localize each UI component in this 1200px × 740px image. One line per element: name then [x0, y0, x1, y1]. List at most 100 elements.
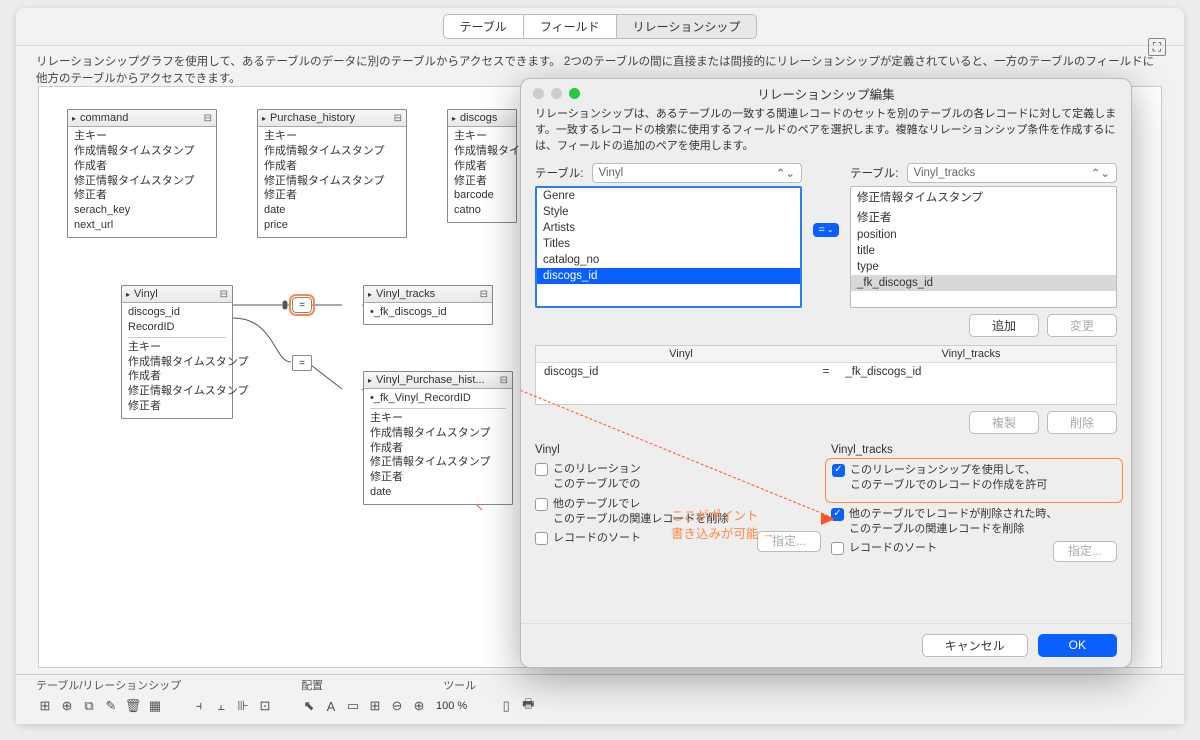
- field-item[interactable]: 修正情報タイムスタンプ: [128, 384, 226, 399]
- cancel-button[interactable]: キャンセル: [922, 634, 1028, 657]
- grip-icon[interactable]: ⊟: [500, 375, 508, 386]
- tab-relationships[interactable]: リレーションシップ: [617, 15, 757, 38]
- duplicate-button[interactable]: 複製: [969, 411, 1039, 434]
- list-item-selected[interactable]: _fk_discogs_id: [851, 275, 1116, 291]
- field-item[interactable]: discogs_id: [128, 305, 226, 320]
- right-field-list[interactable]: 修正情報タイムスタンプ 修正者 position title type _fk_…: [850, 186, 1117, 308]
- field-item[interactable]: barcode: [454, 188, 510, 203]
- checkbox[interactable]: [535, 498, 548, 511]
- list-item[interactable]: Titles: [537, 236, 800, 252]
- delete-icon[interactable]: 🗑: [124, 697, 142, 715]
- field-item[interactable]: date: [370, 485, 506, 500]
- resize-icon[interactable]: ⊪: [234, 697, 252, 715]
- checkbox[interactable]: [831, 542, 844, 555]
- checkbox[interactable]: [535, 532, 548, 545]
- list-item[interactable]: Genre: [537, 188, 800, 204]
- checkbox-checked[interactable]: ✓: [832, 464, 845, 477]
- list-item[interactable]: 修正情報タイムスタンプ: [851, 187, 1116, 207]
- list-item[interactable]: title: [851, 243, 1116, 259]
- field-item[interactable]: 作成者: [74, 159, 210, 174]
- note-icon[interactable]: ▭: [344, 697, 362, 715]
- duplicate-icon[interactable]: ⧉: [80, 697, 98, 715]
- field-item[interactable]: 修正情報タイムスタンプ: [264, 174, 400, 189]
- grip-icon[interactable]: ⊟: [394, 113, 402, 124]
- field-item[interactable]: 作成情報タイムスタンプ: [370, 426, 506, 441]
- list-item[interactable]: type: [851, 259, 1116, 275]
- relation-operator-top[interactable]: =: [292, 297, 312, 313]
- field-item[interactable]: next_url: [74, 218, 210, 233]
- right-table-select[interactable]: Vinyl_tracks⌃⌄: [907, 163, 1117, 183]
- field-item[interactable]: RecordID: [128, 320, 226, 335]
- add-relation-icon[interactable]: ⊕: [58, 697, 76, 715]
- field-item[interactable]: 作成情報タイムスタンプ: [74, 144, 210, 159]
- field-item[interactable]: 修正者: [264, 188, 400, 203]
- table-vinyl-tracks[interactable]: ▸Vinyl_tracks⊟ •_fk_discogs_id: [363, 285, 493, 325]
- list-item[interactable]: catalog_no: [537, 252, 800, 268]
- distribute-icon[interactable]: ⫠: [212, 697, 230, 715]
- grip-icon[interactable]: ⊟: [220, 289, 228, 300]
- ok-button[interactable]: OK: [1038, 634, 1117, 657]
- operator-select[interactable]: =⌄: [813, 223, 838, 237]
- disclosure-icon[interactable]: ▸: [452, 114, 456, 123]
- list-item[interactable]: position: [851, 227, 1116, 243]
- grip-icon[interactable]: ⊟: [480, 289, 488, 300]
- field-item[interactable]: 作成者: [264, 159, 400, 174]
- field-item[interactable]: 作成情報タイムスタンプ: [454, 144, 510, 159]
- field-item[interactable]: serach_key: [74, 203, 210, 218]
- arrange-icon[interactable]: ⊡: [256, 697, 274, 715]
- field-item[interactable]: 作成情報タイムスタンプ: [128, 355, 226, 370]
- checkbox-checked[interactable]: ✓: [831, 508, 844, 521]
- field-item[interactable]: catno: [454, 203, 510, 218]
- list-item[interactable]: Artists: [537, 220, 800, 236]
- disclosure-icon[interactable]: ▸: [72, 114, 76, 123]
- add-table-icon[interactable]: ⊞: [36, 697, 54, 715]
- print-icon[interactable]: 🖶: [519, 697, 537, 715]
- table-vinyl[interactable]: ▸Vinyl⊟ discogs_id RecordID 主キー 作成情報タイムス…: [121, 285, 233, 419]
- tab-tables[interactable]: テーブル: [444, 15, 524, 38]
- page-break-icon[interactable]: ▯: [497, 697, 515, 715]
- left-field-list[interactable]: Genre Style Artists Titles catalog_no di…: [535, 186, 802, 308]
- field-item[interactable]: 作成者: [128, 369, 226, 384]
- field-item[interactable]: 修正者: [454, 174, 510, 189]
- disclosure-icon[interactable]: ▸: [262, 114, 266, 123]
- field-item[interactable]: date: [264, 203, 400, 218]
- relation-operator-bottom[interactable]: =: [292, 355, 312, 371]
- delete-button[interactable]: 削除: [1047, 411, 1117, 434]
- table-purchase-history[interactable]: ▸Purchase_history⊟ 主キー 作成情報タイムスタンプ 作成者 修…: [257, 109, 407, 238]
- info-icon[interactable]: ⛶: [1148, 38, 1166, 56]
- field-item[interactable]: •_fk_discogs_id: [370, 305, 486, 320]
- table-command[interactable]: ▸command⊟ 主キー 作成情報タイムスタンプ 作成者 修正情報タイムスタン…: [67, 109, 217, 238]
- field-item[interactable]: 修正情報タイムスタンプ: [370, 455, 506, 470]
- field-item[interactable]: •_fk_Vinyl_RecordID: [370, 391, 506, 406]
- zoom-value[interactable]: 100 %: [432, 700, 471, 712]
- table-vinyl-purchase-history[interactable]: ▸Vinyl_Purchase_hist...⊟ •_fk_Vinyl_Reco…: [363, 371, 513, 505]
- left-table-select[interactable]: Vinyl⌃⌄: [592, 163, 802, 183]
- field-item[interactable]: 主キー: [74, 129, 210, 144]
- list-item-selected[interactable]: discogs_id: [537, 268, 800, 284]
- table-discogs[interactable]: ▸discogs 主キー 作成情報タイムスタンプ 作成者 修正者 barcode…: [447, 109, 517, 223]
- snap-icon[interactable]: ⊞: [366, 697, 384, 715]
- field-item[interactable]: price: [264, 218, 400, 233]
- criteria-cell[interactable]: discogs_id: [536, 363, 815, 381]
- tab-fields[interactable]: フィールド: [524, 15, 617, 38]
- list-item[interactable]: 修正者: [851, 207, 1116, 227]
- pointer-icon[interactable]: ⬉: [300, 697, 318, 715]
- field-item[interactable]: 作成情報タイムスタンプ: [264, 144, 400, 159]
- field-item[interactable]: 修正情報タイムスタンプ: [74, 174, 210, 189]
- checkbox[interactable]: [535, 463, 548, 476]
- field-item[interactable]: 作成者: [454, 159, 510, 174]
- zoom-in-icon[interactable]: ⊕: [410, 697, 428, 715]
- disclosure-icon[interactable]: ▸: [368, 290, 372, 299]
- field-item[interactable]: 主キー: [454, 129, 510, 144]
- grip-icon[interactable]: ⊟: [204, 113, 212, 124]
- list-item[interactable]: Style: [537, 204, 800, 220]
- field-item[interactable]: 主キー: [128, 340, 226, 355]
- disclosure-icon[interactable]: ▸: [126, 290, 130, 299]
- edit-icon[interactable]: ✎: [102, 697, 120, 715]
- change-button[interactable]: 変更: [1047, 314, 1117, 337]
- field-item[interactable]: 修正者: [74, 188, 210, 203]
- criteria-table[interactable]: Vinyl Vinyl_tracks discogs_id = _fk_disc…: [535, 345, 1117, 405]
- align-icon[interactable]: ⫞: [190, 697, 208, 715]
- criteria-cell[interactable]: _fk_discogs_id: [837, 363, 1116, 381]
- text-icon[interactable]: A: [322, 697, 340, 715]
